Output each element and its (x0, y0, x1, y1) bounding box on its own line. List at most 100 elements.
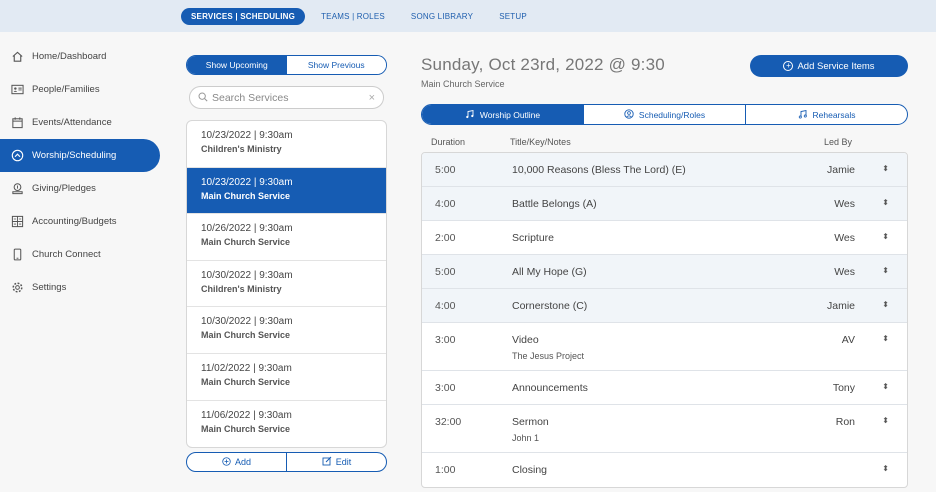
search-input[interactable] (212, 91, 369, 104)
add-service-button[interactable]: Add (187, 453, 286, 471)
topnav-services-scheduling[interactable]: SERVICES | SCHEDULING (181, 8, 306, 25)
user-circle-icon (624, 108, 634, 121)
item-led-by: Jamie (826, 300, 855, 312)
item-duration: 5:00 (435, 164, 456, 176)
service-name: Children's Ministry (201, 144, 282, 154)
sidebar-item-worship[interactable]: Worship/Scheduling (0, 139, 160, 172)
reorder-handle-icon[interactable]: ⬍ (882, 266, 889, 275)
table-row[interactable]: 4:00 Cornerstone (C) Jamie ⬍ (422, 289, 907, 323)
tab-label: Rehearsals (812, 109, 856, 120)
add-service-items-button[interactable]: + Add Service Items (750, 55, 908, 77)
sidebar-item-accounting[interactable]: Accounting/Budgets (0, 205, 160, 238)
services-list: 10/23/2022 | 9:30am Children's Ministry … (186, 120, 387, 449)
edit-service-button[interactable]: Edit (286, 453, 386, 471)
service-item[interactable]: 10/30/2022 | 9:30am Main Church Service (187, 307, 386, 354)
sidebar-item-settings[interactable]: Settings (0, 271, 160, 304)
table-row[interactable]: 32:00 Sermon John 1 Ron ⬍ (422, 405, 907, 453)
service-date: 11/06/2022 | 9:30am (201, 409, 292, 421)
show-upcoming-button[interactable]: Show Upcoming (187, 56, 287, 74)
sidebar-item-label: Settings (32, 282, 67, 293)
tab-scheduling-roles[interactable]: Scheduling/Roles (583, 105, 745, 124)
item-duration: 1:00 (435, 464, 456, 476)
item-duration: 4:00 (435, 198, 456, 210)
sidebar-item-home[interactable]: Home/Dashboard (0, 40, 160, 73)
item-note: The Jesus Project (512, 351, 585, 361)
chevron-up-circle-icon (10, 149, 24, 163)
contact-card-icon (10, 83, 24, 97)
reorder-handle-icon[interactable]: ⬍ (882, 300, 889, 309)
reorder-handle-icon[interactable]: ⬍ (882, 382, 889, 391)
service-item[interactable]: 10/23/2022 | 9:30am Main Church Service (187, 167, 386, 215)
item-title: 10,000 Reasons (Bless The Lord) (E) (512, 164, 686, 176)
calendar-icon (10, 116, 24, 130)
item-led-by: Tony (832, 382, 855, 394)
sidebar-item-label: Home/Dashboard (32, 51, 107, 62)
home-icon (10, 50, 24, 64)
service-item[interactable]: 10/23/2022 | 9:30am Children's Ministry (187, 121, 386, 168)
column-title: Title/Key/Notes (510, 137, 571, 147)
phone-icon (10, 248, 24, 262)
reorder-handle-icon[interactable]: ⬍ (882, 232, 889, 241)
table-header: Duration Title/Key/Notes Led By (421, 137, 908, 151)
item-note: John 1 (512, 433, 540, 443)
service-date: 10/30/2022 | 9:30am (201, 316, 293, 328)
show-previous-button[interactable]: Show Previous (286, 56, 386, 74)
tab-label: Scheduling/Roles (638, 109, 706, 120)
reorder-handle-icon[interactable]: ⬍ (882, 164, 889, 173)
table-row[interactable]: 5:00 All My Hope (G) Wes ⬍ (422, 255, 907, 289)
service-item[interactable]: 11/06/2022 | 9:30am Main Church Service (187, 401, 386, 448)
reorder-handle-icon[interactable]: ⬍ (882, 198, 889, 207)
add-label: Add (234, 457, 251, 467)
sidebar-item-church-connect[interactable]: Church Connect (0, 238, 160, 271)
item-title: Closing (512, 464, 548, 476)
table-row[interactable]: 3:00 Announcements Tony ⬍ (422, 371, 907, 405)
table-row[interactable]: 1:00 Closing ⬍ (422, 453, 907, 487)
column-duration: Duration (431, 137, 466, 147)
item-duration: 2:00 (435, 232, 456, 244)
edit-icon (322, 456, 332, 468)
table-row[interactable]: 3:00 Video The Jesus Project AV ⬍ (422, 323, 907, 371)
service-detail: Sunday, Oct 23rd, 2022 @ 9:30 Main Churc… (421, 55, 908, 488)
column-led-by: Led By (824, 137, 853, 147)
clear-search-icon[interactable]: × (369, 92, 375, 104)
sidebar-item-people[interactable]: People/Families (0, 73, 160, 106)
item-title: Scripture (512, 232, 555, 244)
music-hands-icon (465, 109, 475, 121)
reorder-handle-icon[interactable]: ⬍ (882, 416, 889, 425)
topnav-setup[interactable]: SETUP (499, 12, 527, 21)
service-filter-toggle: Show Upcoming Show Previous (186, 55, 387, 75)
item-title: All My Hope (G) (512, 266, 587, 278)
table-row[interactable]: 5:00 10,000 Reasons (Bless The Lord) (E)… (422, 153, 907, 187)
service-name: Main Church Service (201, 330, 291, 341)
item-title: Announcements (512, 382, 588, 394)
add-service-items-label: Add Service Items (797, 60, 875, 72)
service-name: Children's Ministry (201, 283, 282, 294)
item-led-by: AV (841, 334, 855, 346)
tab-rehearsals[interactable]: Rehearsals (745, 105, 907, 124)
reorder-handle-icon[interactable]: ⬍ (882, 334, 889, 343)
plus-circle-icon: + (783, 61, 794, 71)
sidebar-item-giving[interactable]: Giving/Pledges (0, 172, 160, 205)
sidebar-item-events[interactable]: Events/Attendance (0, 106, 160, 139)
table-row[interactable]: 4:00 Battle Belongs (A) Wes ⬍ (422, 187, 907, 221)
topnav-song-library[interactable]: SONG LIBRARY (411, 12, 473, 21)
topnav-teams-roles[interactable]: TEAMS | ROLES (321, 12, 385, 21)
service-name: Main Church Service (201, 237, 291, 248)
sidebar-item-label: Worship/Scheduling (32, 150, 117, 161)
item-duration: 3:00 (435, 382, 456, 394)
search-icon (198, 89, 208, 107)
plus-circle-icon (222, 456, 231, 468)
reorder-handle-icon[interactable]: ⬍ (882, 464, 889, 473)
tab-label: Worship Outline (479, 109, 541, 120)
service-item[interactable]: 11/02/2022 | 9:30am Main Church Service (187, 354, 386, 401)
search-box: × (189, 86, 384, 109)
service-item[interactable]: 10/26/2022 | 9:30am Main Church Service (187, 214, 386, 261)
service-item[interactable]: 10/30/2022 | 9:30am Children's Ministry (187, 261, 386, 308)
item-led-by: Wes (834, 232, 855, 244)
table-row[interactable]: 2:00 Scripture Wes ⬍ (422, 221, 907, 255)
item-led-by: Wes (834, 266, 855, 278)
tab-worship-outline[interactable]: Worship Outline (422, 105, 583, 124)
page-subtitle: Main Church Service (421, 79, 505, 89)
service-date: 10/23/2022 | 9:30am (201, 130, 293, 141)
item-led-by: Jamie (826, 164, 855, 176)
